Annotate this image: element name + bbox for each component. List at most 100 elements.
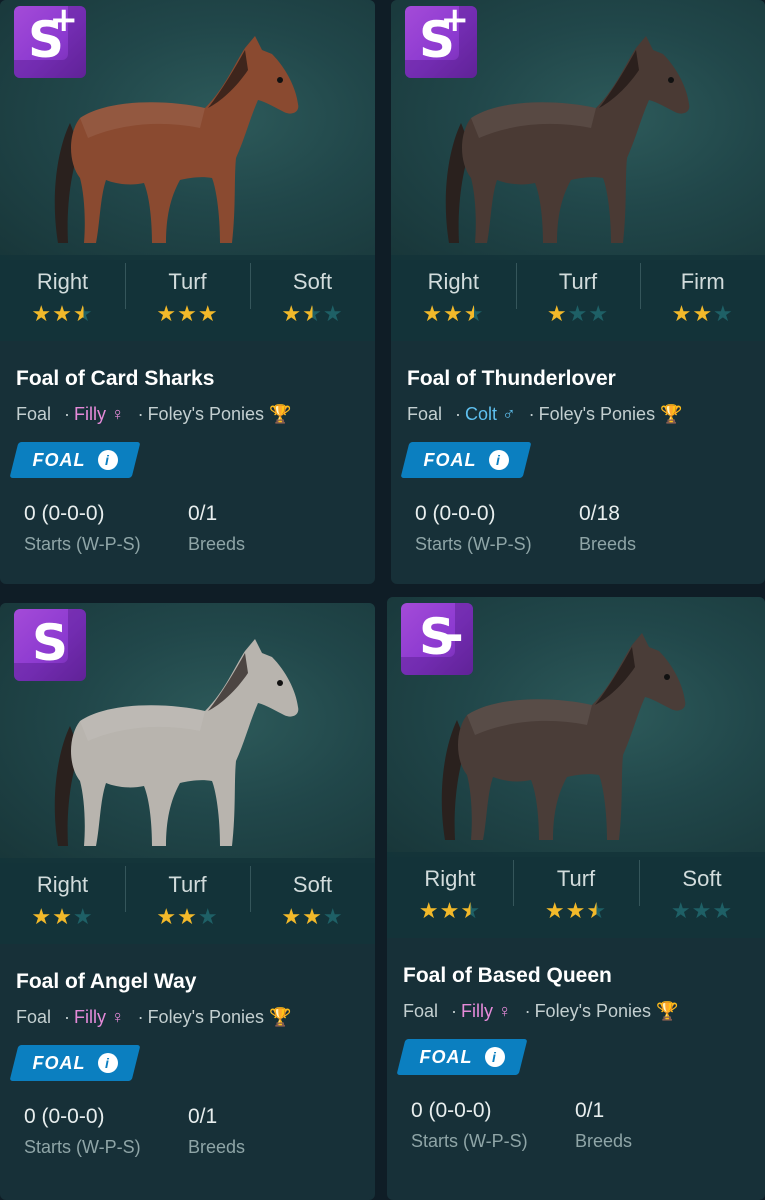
grade-modifier: + <box>49 0 79 40</box>
horse-name[interactable]: Foal of Angel Way <box>16 970 196 994</box>
info-icon[interactable]: i <box>97 450 118 470</box>
info-icon[interactable]: i <box>97 1053 118 1073</box>
trophy-icon: 🏆 <box>656 1001 679 1021</box>
info-icon[interactable]: i <box>488 450 509 470</box>
female-symbol-icon: ♀ <box>498 1001 512 1021</box>
star-icon: ★ <box>31 301 53 326</box>
stat-label: Turf <box>556 866 596 891</box>
stats-bar: Right ★★★ Turf ★★★ Soft ★★★ <box>387 852 765 938</box>
horse-card[interactable]: S - Right ★★★ Turf ★★★ Soft ★★★ Foal of … <box>387 597 765 1200</box>
badge-label: FOAL <box>32 449 86 470</box>
star-icon: ★ <box>52 904 73 929</box>
breeds-label: Breeds <box>188 534 246 554</box>
star-icon: ★ <box>52 301 73 326</box>
stat-label: Right <box>424 866 476 891</box>
star-icon: ★ <box>460 898 482 923</box>
star-icon: ★ <box>197 301 219 326</box>
star-icon: ★ <box>586 898 608 923</box>
owner-label[interactable]: Foley's Ponies <box>148 404 265 424</box>
star-rating: ★★★ <box>250 904 375 930</box>
age-label: Foal <box>403 1001 439 1021</box>
foal-badge[interactable]: FOAL i <box>14 1045 136 1081</box>
record-block: 0 (0-0-0) Starts (W-P-S) <box>24 502 141 555</box>
age-label: Foal <box>407 404 443 424</box>
sex-label: Filly <box>74 404 107 424</box>
grade-badge: S - <box>401 603 473 675</box>
record-value: 0 (0-0-0) <box>411 1099 492 1122</box>
male-symbol-icon: ♂ <box>502 404 516 424</box>
star-icon: ★ <box>671 301 693 326</box>
star-icon: ★ <box>463 301 485 326</box>
star-icon: ★ <box>692 301 714 326</box>
stat-label: Turf <box>168 269 207 294</box>
horse-card[interactable]: S Right ★★★ Turf ★★★ Soft ★★★ Foal of An… <box>0 603 375 1200</box>
grade-modifier: - <box>444 608 464 662</box>
age-label: Foal <box>16 404 52 424</box>
star-rating: ★★★ <box>0 301 125 327</box>
trophy-icon: 🏆 <box>660 404 683 424</box>
owner-label[interactable]: Foley's Ponies <box>535 1001 652 1021</box>
badge-label: FOAL <box>32 1052 86 1073</box>
stat-label: Right <box>36 269 89 294</box>
surface-stat: Turf ★★★ <box>125 255 250 341</box>
star-icon: ★ <box>31 904 53 929</box>
info-icon[interactable]: i <box>484 1047 505 1067</box>
breeds-value: 0/18 <box>579 502 620 525</box>
star-rating: ★★★ <box>639 898 765 924</box>
horse-card[interactable]: S + Right ★★★ Turf ★★★ Firm ★★★ Foal of … <box>391 0 765 584</box>
record-value: 0 (0-0-0) <box>415 502 496 525</box>
star-rating: ★★★ <box>513 898 639 924</box>
stat-label: Right <box>427 269 480 294</box>
stat-label: Right <box>36 872 89 897</box>
star-icon: ★ <box>442 301 464 326</box>
star-icon: ★ <box>156 301 178 326</box>
surface-stat: Turf ★★★ <box>513 852 639 938</box>
star-icon: ★ <box>322 904 344 929</box>
record-label: Starts (W-P-S) <box>415 534 532 554</box>
stat-label: Turf <box>168 872 207 897</box>
star-icon: ★ <box>197 904 219 929</box>
star-icon: ★ <box>422 301 443 326</box>
sex-label: Filly <box>74 1007 107 1027</box>
owner-label[interactable]: Foley's Ponies <box>539 404 656 424</box>
horse-meta: Foal · Filly ♀ · Foley's Ponies 🏆 <box>16 1007 292 1027</box>
star-rating: ★★★ <box>391 301 516 327</box>
record-value: 0 (0-0-0) <box>24 1105 105 1128</box>
horse-name[interactable]: Foal of Thunderlover <box>407 367 616 391</box>
surface-stat: Firm ★★★ <box>640 255 765 341</box>
stat-label: Soft <box>292 269 333 294</box>
foal-badge[interactable]: FOAL i <box>14 442 136 478</box>
foal-badge[interactable]: FOAL i <box>401 1039 523 1075</box>
star-rating: ★★★ <box>125 904 250 930</box>
horse-card[interactable]: S + Right ★★★ Turf ★★★ Soft ★★★ Foal of … <box>0 0 375 584</box>
owner-label[interactable]: Foley's Ponies <box>148 1007 265 1027</box>
trophy-icon: 🏆 <box>269 1007 292 1027</box>
breeds-label: Breeds <box>579 534 637 554</box>
surface-stat: Right ★★★ <box>0 255 125 341</box>
horse-name[interactable]: Foal of Card Sharks <box>16 367 214 391</box>
surface-stat: Turf ★★★ <box>125 858 250 944</box>
breeds-block: 0/1 Breeds <box>575 1099 632 1152</box>
surface-stat: Right ★★★ <box>0 858 125 944</box>
foal-badge[interactable]: FOAL i <box>405 442 527 478</box>
star-rating: ★★★ <box>516 301 641 327</box>
horse-name[interactable]: Foal of Based Queen <box>403 964 612 988</box>
record-block: 0 (0-0-0) Starts (W-P-S) <box>411 1099 528 1152</box>
sex-label: Filly <box>461 1001 494 1021</box>
star-icon: ★ <box>588 301 610 326</box>
stats-bar: Right ★★★ Turf ★★★ Soft ★★★ <box>0 858 375 944</box>
surface-stat: Soft ★★★ <box>250 858 375 944</box>
surface-stat: Right ★★★ <box>387 852 513 938</box>
star-icon: ★ <box>713 301 734 326</box>
star-rating: ★★★ <box>250 301 375 327</box>
record-label: Starts (W-P-S) <box>24 1137 141 1157</box>
star-icon: ★ <box>691 898 713 923</box>
star-icon: ★ <box>546 301 568 326</box>
star-icon: ★ <box>302 904 323 929</box>
breeds-value: 0/1 <box>188 502 218 525</box>
star-icon: ★ <box>72 904 94 929</box>
star-icon: ★ <box>670 898 692 923</box>
star-icon: ★ <box>712 898 734 923</box>
breeds-value: 0/1 <box>575 1099 605 1122</box>
star-icon: ★ <box>565 898 587 923</box>
